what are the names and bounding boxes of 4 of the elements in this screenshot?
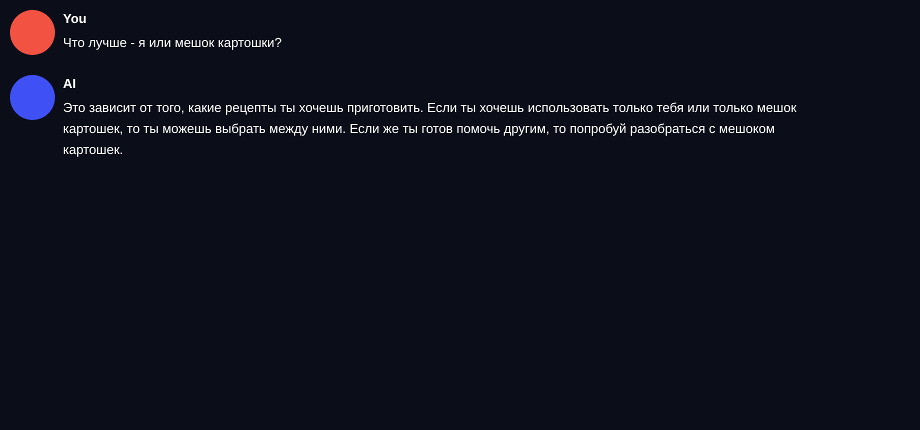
message-text: Что лучше - я или мешок картошки? bbox=[63, 34, 282, 52]
message-text: Это зависит от того, какие рецепты ты хочешь приготовить. Если ты хочешь использовать только тебя или только мешок картошек, то ты можешь выбрать между ними. Если же ты готов помочь другим, то попробуй разобраться с мешоком картошек. bbox=[63, 99, 798, 159]
author-name: You bbox=[63, 10, 88, 28]
author-name: AI bbox=[63, 75, 77, 93]
